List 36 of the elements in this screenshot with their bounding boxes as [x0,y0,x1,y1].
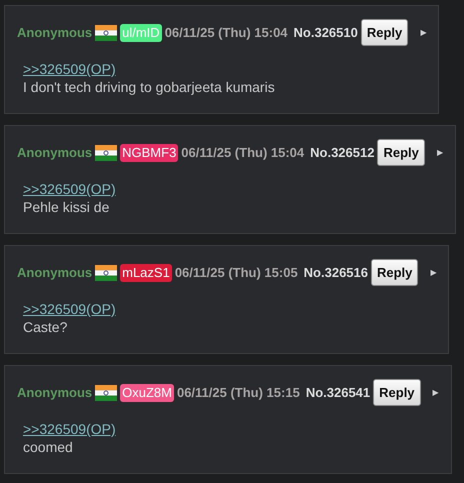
post-date: 06/11/25 (Thu) 15:15 [176,385,300,400]
post-menu-arrow[interactable]: ▶ [432,388,439,397]
poster-id: ul/mID [120,24,162,42]
post-text: coomed [23,438,73,456]
post-number[interactable]: No.326516 [304,265,368,280]
flag-icon [95,264,118,280]
poster-id: NGBMF3 [120,144,178,162]
poster-name: Anonymous [17,385,92,400]
post-menu-arrow[interactable]: ▶ [420,28,426,37]
post-date: 06/11/25 (Thu) 15:04 [181,145,304,160]
post-number[interactable]: No.326541 [306,385,370,400]
poster-id: OxuZ8M [120,384,174,402]
post-text: I don't tech driving to gobarjeeta kumaris [23,78,275,96]
poster-name: Anonymous [17,25,92,40]
poster-name: Anonymous [17,265,92,280]
reply-button[interactable]: Reply [360,19,408,46]
post-menu-arrow[interactable]: ▶ [436,148,443,157]
poster-name: Anonymous [17,145,92,160]
quote-link[interactable]: >>326509(OP) [23,420,116,438]
quote-link[interactable]: >>326509(OP) [23,180,116,198]
post-text: Caste? [23,318,68,336]
post-menu-arrow[interactable]: ▶ [430,268,436,277]
post-number[interactable]: No.326512 [310,145,374,160]
post-date: 06/11/25 (Thu) 15:04 [164,25,288,40]
flag-icon [95,144,118,160]
flag-icon [95,24,118,40]
flag-icon [95,384,118,400]
reply-button[interactable]: Reply [373,379,421,406]
quote-link[interactable]: >>326509(OP) [23,300,116,318]
post-number[interactable]: No.326510 [294,25,358,40]
quote-link[interactable]: >>326509(OP) [23,60,116,78]
poster-id: mLazS1 [120,264,172,282]
post-text: Pehle kissi de [23,198,110,216]
reply-button[interactable]: Reply [377,139,425,166]
post-date: 06/11/25 (Thu) 15:05 [174,265,298,280]
reply-button[interactable]: Reply [371,259,418,286]
